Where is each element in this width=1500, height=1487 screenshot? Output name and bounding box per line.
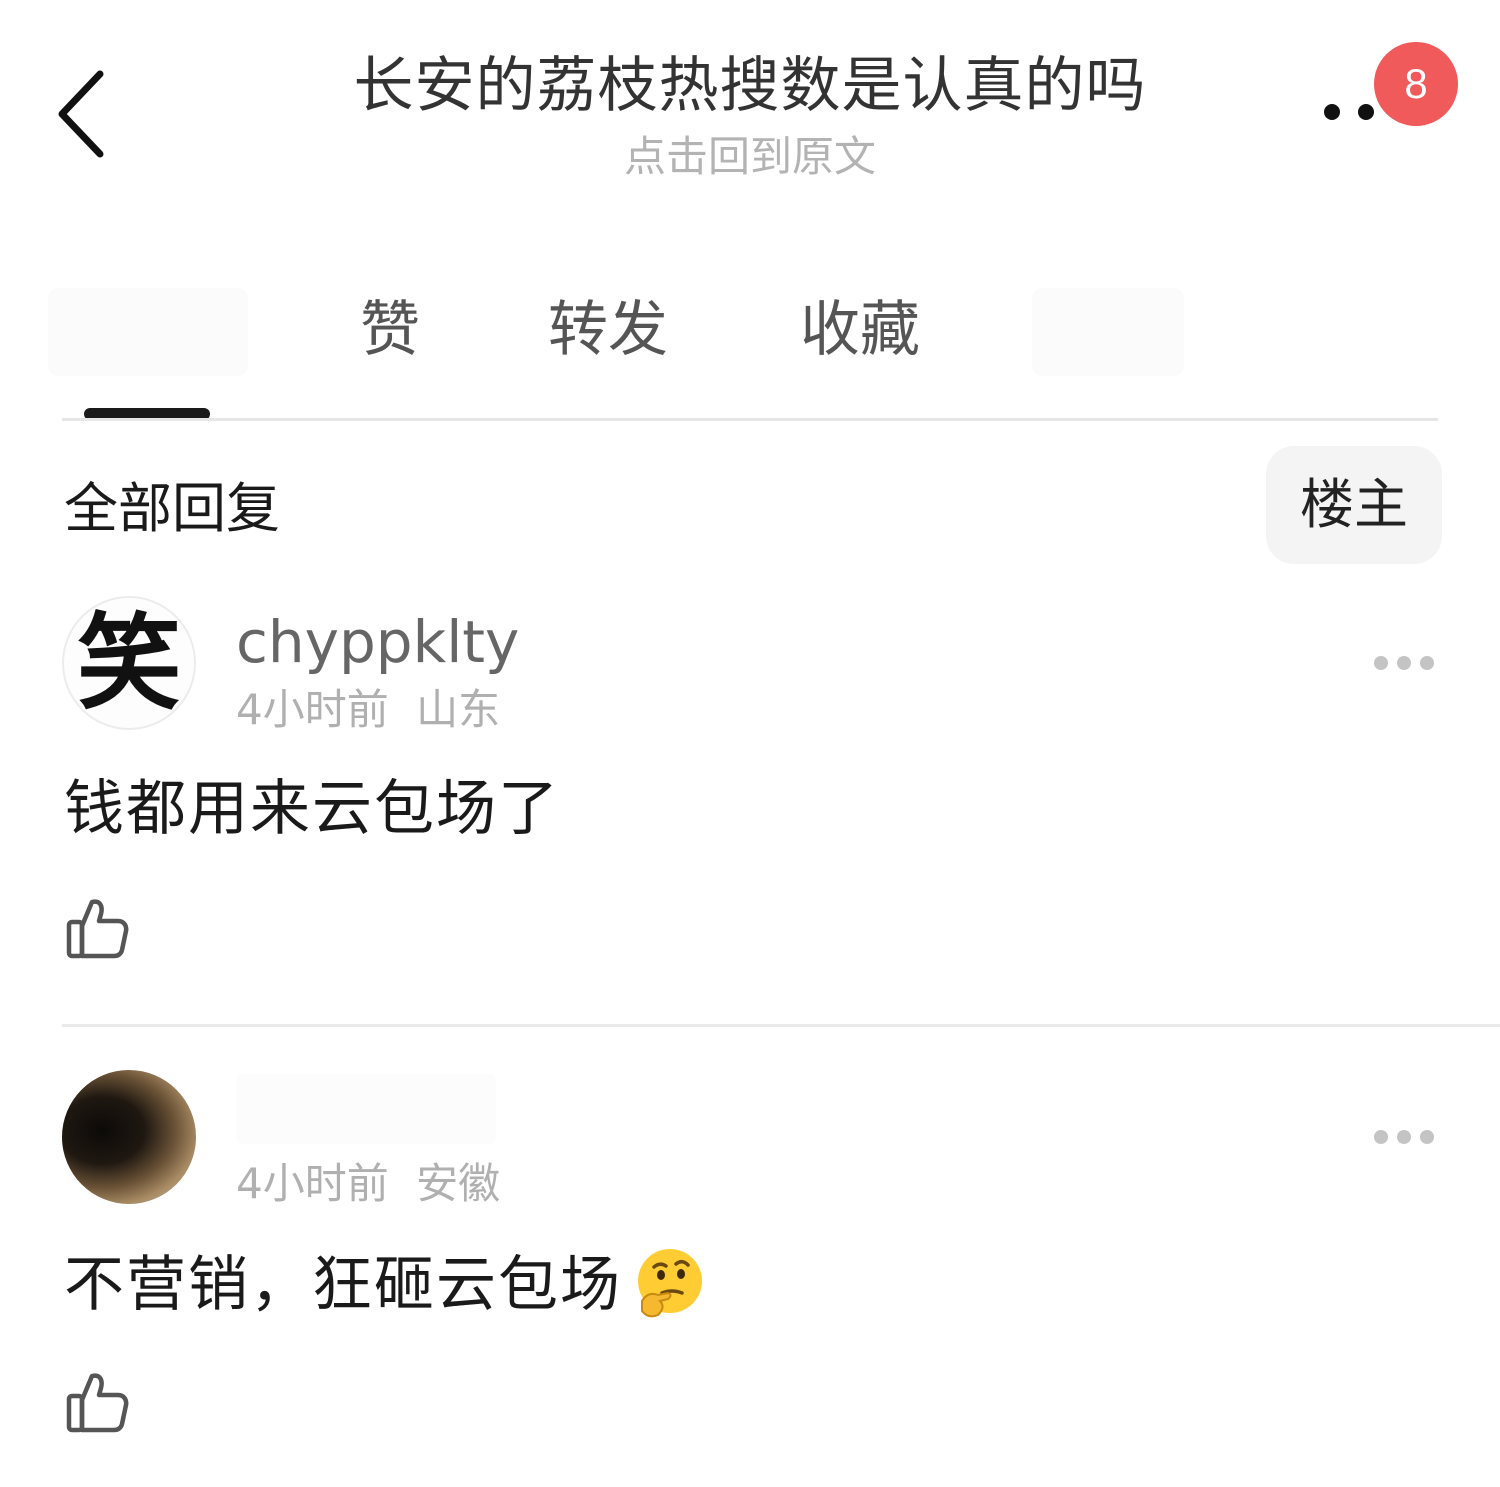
more-dot-icon xyxy=(1374,1130,1388,1144)
comment-text: 不营销，狂砸云包场 xyxy=(64,1250,622,1320)
like-button[interactable] xyxy=(64,1368,132,1436)
more-dot-icon xyxy=(1397,656,1411,670)
comment-location: 安徽 xyxy=(416,1159,501,1208)
comment-text: 钱都用来云包场了 xyxy=(64,774,560,844)
comment-username[interactable] xyxy=(236,1074,496,1144)
comment-username[interactable]: chyppklty xyxy=(236,604,519,680)
tab-favorites[interactable]: 收藏 xyxy=(800,290,920,370)
tab-likes[interactable]: 赞 xyxy=(360,290,420,370)
notification-badge[interactable]: 8 xyxy=(1374,42,1458,126)
op-only-filter-button[interactable]: 楼主 xyxy=(1266,446,1442,564)
comment-time: 4小时前 xyxy=(236,685,389,734)
avatar-glyph: 笑 xyxy=(76,601,181,724)
comment-text-row: 不营销，狂砸云包场 xyxy=(64,1242,708,1328)
comment-meta: 4小时前 山东 xyxy=(236,682,500,738)
like-button[interactable] xyxy=(64,894,132,962)
more-dot-icon xyxy=(1358,104,1374,120)
page-title: 长安的荔枝热搜数是认真的吗 xyxy=(353,51,1147,121)
chevron-left-icon xyxy=(58,70,104,158)
comment-time: 4小时前 xyxy=(236,1159,389,1208)
back-to-original-link[interactable]: 点击回到原文 xyxy=(250,128,1250,186)
more-dot-icon xyxy=(1324,104,1340,120)
more-dot-icon xyxy=(1420,1130,1434,1144)
tab-reposts[interactable]: 转发 xyxy=(548,290,668,370)
comment-more-button[interactable] xyxy=(1372,652,1436,676)
comment-divider xyxy=(62,1024,1500,1027)
all-replies-heading: 全部回复 xyxy=(64,477,280,540)
thumbs-up-icon xyxy=(66,1373,129,1433)
tabs-divider xyxy=(62,418,1438,421)
avatar[interactable] xyxy=(62,1070,196,1204)
more-options-button[interactable] xyxy=(1322,102,1382,126)
comment-more-button[interactable] xyxy=(1372,1126,1436,1150)
comment-meta: 4小时前 安徽 xyxy=(236,1156,500,1212)
thinking-face-icon xyxy=(638,1249,702,1318)
tab-hidden-right[interactable] xyxy=(1032,288,1184,376)
tab-hidden-left[interactable] xyxy=(48,288,248,376)
back-button[interactable] xyxy=(52,64,116,164)
more-dot-icon xyxy=(1397,1130,1411,1144)
more-dot-icon xyxy=(1420,656,1434,670)
thumbs-up-icon xyxy=(66,899,129,959)
avatar[interactable]: 笑 xyxy=(62,596,196,730)
more-dot-icon xyxy=(1374,656,1388,670)
comment-location: 山东 xyxy=(416,685,501,734)
